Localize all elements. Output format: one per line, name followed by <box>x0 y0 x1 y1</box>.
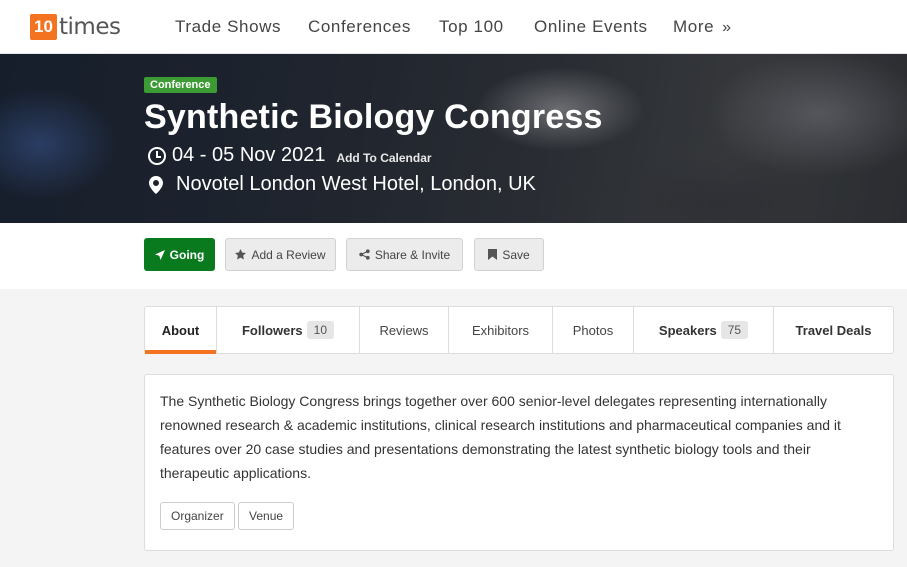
speakers-count-badge: 75 <box>720 321 749 339</box>
tab-photos[interactable]: Photos <box>553 307 634 353</box>
event-description: The Synthetic Biology Congress brings to… <box>160 393 841 481</box>
event-actions-bar: Going Add a Review Share & Invite Save <box>0 223 907 289</box>
tab-followers[interactable]: Followers 10 <box>217 307 360 353</box>
star-icon <box>235 249 247 260</box>
followers-count-badge: 10 <box>306 321 335 339</box>
tab-label: Reviews <box>379 322 429 338</box>
double-chevron-right-icon: » <box>722 19 732 36</box>
add-review-button[interactable]: Add a Review <box>225 238 336 271</box>
event-date: 04 - 05 Nov 2021 <box>172 144 326 166</box>
organizer-link-button[interactable]: Organizer <box>160 502 235 530</box>
going-button[interactable]: Going <box>144 238 215 271</box>
save-button[interactable]: Save <box>474 238 544 271</box>
clock-icon <box>148 146 166 165</box>
save-label: Save <box>502 247 530 262</box>
top-navbar: 10 times Trade Shows Conferences Top 100… <box>0 0 907 54</box>
event-title: Synthetic Biology Congress <box>144 98 603 136</box>
tab-label: Exhibitors <box>471 322 530 338</box>
map-pin-icon <box>149 175 163 194</box>
share-invite-button[interactable]: Share & Invite <box>346 238 463 271</box>
venue-link-button[interactable]: Venue <box>238 502 295 530</box>
nav-conferences[interactable]: Conferences <box>308 17 411 37</box>
event-venue-row: Novotel London West Hotel, London, UK <box>149 173 536 196</box>
logo-number: 10 <box>30 14 57 40</box>
tab-reviews[interactable]: Reviews <box>360 307 449 353</box>
add-to-calendar-link[interactable]: Add To Calendar <box>336 151 431 165</box>
nav-online-events[interactable]: Online Events <box>534 17 648 37</box>
logo-word: times <box>59 14 121 40</box>
nav-top-100[interactable]: Top 100 <box>439 17 504 37</box>
tab-label: Photos <box>572 322 614 338</box>
event-type-badge: Conference <box>144 77 217 93</box>
10times-logo[interactable]: 10 times <box>30 14 121 40</box>
tab-exhibitors[interactable]: Exhibitors <box>449 307 553 353</box>
tab-travel-deals[interactable]: Travel Deals <box>774 307 893 353</box>
tab-label: About <box>161 322 200 338</box>
location-arrow-icon <box>154 249 165 260</box>
share-invite-label: Share & Invite <box>374 247 451 262</box>
tab-speakers[interactable]: Speakers 75 <box>634 307 774 353</box>
event-date-row: 04 - 05 Nov 2021 Add To Calendar <box>148 144 432 167</box>
nav-more[interactable]: More » <box>673 17 732 37</box>
tab-about[interactable]: About <box>145 307 217 354</box>
nav-trade-shows[interactable]: Trade Shows <box>175 17 281 37</box>
about-card: The Synthetic Biology Congress brings to… <box>144 374 894 551</box>
tab-label: Speakers <box>658 322 717 338</box>
going-label: Going <box>169 247 205 262</box>
nav-more-label: More <box>673 17 715 36</box>
add-review-label: Add a Review <box>251 247 326 262</box>
event-tabs: About Followers 10 Reviews Exhibitors Ph… <box>144 306 894 354</box>
event-hero-banner: Conference Synthetic Biology Congress 04… <box>0 54 907 223</box>
tab-label: Travel Deals <box>795 322 872 338</box>
tab-label: Followers <box>241 322 303 338</box>
bookmark-icon <box>488 249 498 260</box>
event-venue: Novotel London West Hotel, London, UK <box>176 173 536 195</box>
share-icon <box>359 249 370 260</box>
